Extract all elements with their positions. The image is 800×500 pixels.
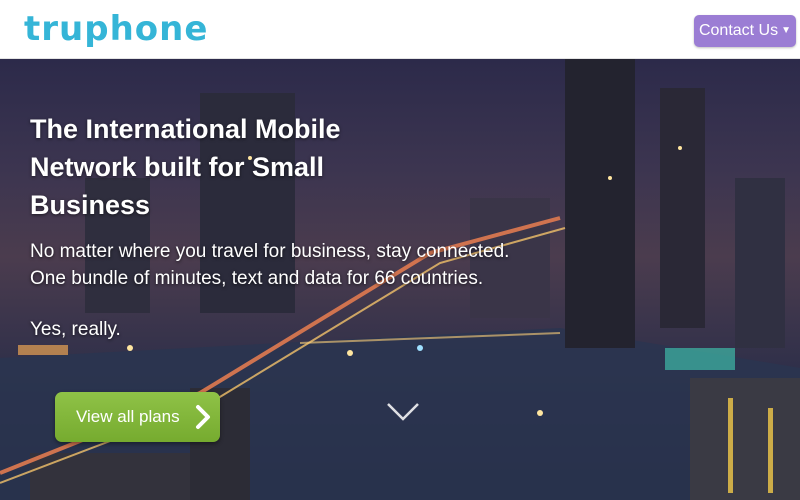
hero-tagline-extra: Yes, really.	[30, 319, 121, 340]
hero-section: The International Mobile Network built f…	[0, 58, 800, 500]
view-all-plans-label: View all plans	[76, 407, 180, 426]
view-all-plans-button[interactable]: View all plans	[55, 392, 220, 442]
hero-tagline: No matter where you travel for business,…	[30, 238, 590, 292]
contact-us-button[interactable]: Contact Us ▼	[694, 15, 796, 47]
tagline-line-2: One bundle of minutes, text and data for…	[30, 268, 484, 289]
contact-us-label: Contact Us	[698, 22, 779, 39]
chevron-right-icon	[196, 405, 210, 429]
hero-headline: The International Mobile Network built f…	[30, 114, 341, 220]
tagline-line-1: No matter where you travel for business,…	[30, 241, 510, 262]
chevron-down-icon[interactable]	[385, 400, 421, 424]
truphone-logo[interactable]: truphone	[24, 8, 208, 50]
site-header: truphone Contact Us ▼	[0, 0, 800, 59]
caret-down-icon: ▼	[781, 25, 792, 36]
